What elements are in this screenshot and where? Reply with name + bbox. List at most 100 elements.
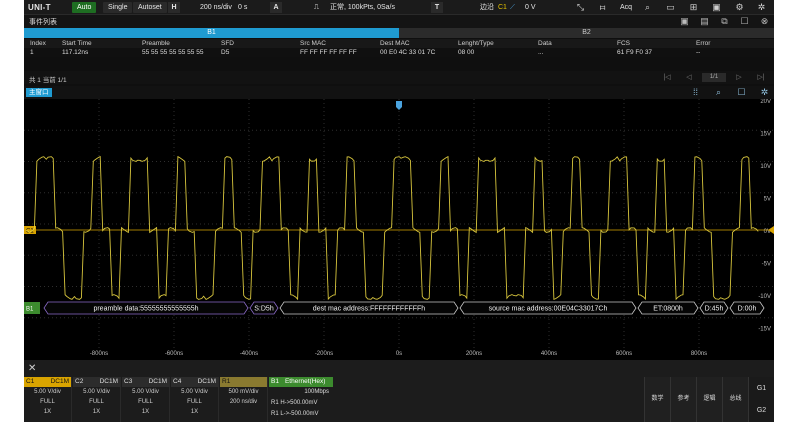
group-g2-button[interactable]: G2 <box>749 400 774 422</box>
save-icon[interactable]: ▣ <box>710 2 723 13</box>
settings-gear-icon[interactable]: ✲ <box>755 2 768 13</box>
bus-name: B1 <box>271 378 279 385</box>
acquisition-status[interactable]: 正常, 100kPts, 0Sa/s <box>330 2 395 13</box>
channel-probe <box>220 407 267 417</box>
trigger-position-marker <box>396 101 402 110</box>
close-icon[interactable]: ⊗ <box>759 16 770 27</box>
display-icon[interactable]: ▭ <box>664 2 677 13</box>
horizontal-menu-button[interactable]: H <box>168 2 180 13</box>
cell-src-mac: FF FF FF FF FF FF <box>300 49 357 56</box>
autoset-button[interactable]: Autoset <box>133 2 167 13</box>
col-error: Error <box>696 40 711 47</box>
group-g1-button[interactable]: G1 <box>749 377 774 400</box>
bus-button[interactable]: 总线 <box>722 377 748 422</box>
cell-error: -- <box>696 49 701 56</box>
decode-label: D:45h <box>705 305 724 312</box>
channel-name: R1 <box>222 378 231 385</box>
search-icon[interactable]: ⌕ <box>641 2 654 13</box>
channel-coupling: DC1M <box>50 378 69 385</box>
channel-probe: 1X <box>190 409 199 415</box>
channel-name: C1 <box>26 378 35 385</box>
pulse-icon: ⎍ <box>314 4 319 11</box>
zoom-out-icon[interactable]: ✕ <box>28 363 36 374</box>
first-page-icon[interactable]: |◁ <box>658 73 676 82</box>
channel-bandwidth: FULL <box>40 399 55 405</box>
bus-b1-marker-label: B1 <box>26 307 34 313</box>
x-axis-label: 800ns <box>691 351 707 357</box>
channel-c4-panel[interactable]: C4 DC1M 5.00 V/div FULL 1X <box>171 377 219 422</box>
channel-coupling: DC1M <box>148 378 167 385</box>
channel-scale: 5.00 V/div <box>34 389 61 395</box>
page-indicator: 1/1 <box>702 73 726 82</box>
grid-layout-icon[interactable]: ⁞⁞ <box>690 87 701 98</box>
decode-label: ET:0800h <box>653 305 683 312</box>
x-axis-label: 600ns <box>616 351 632 357</box>
zoom-icon[interactable]: ⌕ <box>713 87 724 98</box>
reference-button[interactable]: 参考 <box>670 377 696 422</box>
channel-scale: 5.00 V/div <box>181 389 208 395</box>
channel-name: C4 <box>173 378 182 385</box>
channel-scale: 5.00 V/div <box>83 389 110 395</box>
prev-page-icon[interactable]: ◁ <box>680 73 698 82</box>
single-button[interactable]: Single <box>103 2 133 13</box>
oscilloscope-app: UNI-T Auto Single Autoset H 200 ns/div 0… <box>24 0 774 422</box>
acquire-menu-button[interactable]: A <box>270 2 282 13</box>
cell-dest-mac: 00 E0 4C 33 01 7C <box>380 49 436 56</box>
trigger-menu-button[interactable]: T <box>431 2 443 13</box>
timebase-value[interactable]: 200 ns/div <box>200 2 232 13</box>
decode-label: source mac address:00E04C33017Ch <box>489 305 608 312</box>
tab-b2[interactable]: B2 <box>399 28 774 38</box>
export-icon[interactable]: ▤ <box>699 16 710 27</box>
y-axis-label: 5V <box>764 197 771 203</box>
cell-start-time: 117.12ns <box>62 49 89 56</box>
maximize-icon[interactable]: ☐ <box>739 16 750 27</box>
save-list-icon[interactable]: ▣ <box>679 16 690 27</box>
side-buttons: 数学 参考 逻辑 总线 G1 G2 <box>644 377 774 422</box>
top-toolbar: UNI-T Auto Single Autoset H 200 ns/div 0… <box>24 0 774 15</box>
pager-info: 共 1 当前 1/1 <box>29 77 67 84</box>
channel-c1-panel[interactable]: C1 DC1M 5.00 V/div FULL 1X <box>24 377 72 422</box>
event-list-pager: 共 1 当前 1/1 |◁ ◁ 1/1 ▷ ▷| <box>24 71 774 84</box>
grid-icon[interactable]: ⊞ <box>687 2 700 13</box>
detach-window-icon[interactable]: ⧉ <box>719 16 730 27</box>
table-header-row: Index Start Time Preamble SFD Src MAC De… <box>24 39 774 48</box>
acq-button[interactable]: Acq <box>620 2 632 13</box>
cell-fcs: 61 F9 F0 37 <box>617 49 653 56</box>
bus-b1-panel[interactable]: B1 Ethernet(Hex) 100Mbps R1 H->500.00mV R… <box>269 377 333 422</box>
logic-button[interactable]: 逻辑 <box>696 377 722 422</box>
waveform-display[interactable]: 20V 15V 10V 5V 0V -5V -10V -15V -800ns -600ns -400… <box>24 99 774 360</box>
waveform-svg: 20V15V10V5V0V-5V-10V-15V-800ns -600ns -400… <box>24 99 774 357</box>
table-row[interactable]: 1 117.12ns 55 55 55 55 55 55 55 D5 FF FF… <box>24 48 774 57</box>
measure-icon[interactable]: ⤡ <box>574 2 587 13</box>
time-offset-value[interactable]: 0 s <box>238 2 247 13</box>
decode-label: S:D5h <box>254 305 274 312</box>
channel-name: C3 <box>124 378 133 385</box>
group-buttons: G1 G2 <box>748 377 774 422</box>
maximize-icon[interactable]: ☐ <box>736 87 747 98</box>
channel-c2-panel[interactable]: C2 DC1M 5.00 V/div FULL 1X <box>73 377 121 422</box>
decode-label: preamble data:55555555555555h <box>93 305 198 312</box>
next-page-icon[interactable]: ▷ <box>730 73 748 82</box>
channel-strip: ✕ C1 DC1M 5.00 V/div FULL 1X C2 DC1M 5.00 … <box>24 360 774 422</box>
decode-label: dest mac address:FFFFFFFFFFFFh <box>313 305 426 312</box>
utility-icon[interactable]: ⚙ <box>733 2 746 13</box>
col-length-type: Lenght/Type <box>458 40 494 47</box>
channel-c3-panel[interactable]: C3 DC1M 5.00 V/div FULL 1X <box>122 377 170 422</box>
reference-r1-panel[interactable]: R1 500 mV/div 200 ns/div <box>220 377 268 422</box>
last-page-icon[interactable]: ▷| <box>752 73 770 82</box>
trigger-type[interactable]: 边沿 <box>480 2 494 13</box>
col-sfd: SFD <box>221 40 234 47</box>
cursor-icon[interactable]: ⧦ <box>596 2 609 13</box>
tab-main-window[interactable]: 主窗口 <box>26 88 52 97</box>
tab-b1[interactable]: B1 <box>24 28 399 38</box>
settings-gear-icon[interactable]: ✲ <box>759 87 770 98</box>
auto-button[interactable]: Auto <box>72 2 97 13</box>
y-axis-label: 10V <box>760 164 771 170</box>
x-axis-label: 0s <box>396 351 402 357</box>
bus-rate: 100Mbps <box>304 389 329 395</box>
math-button[interactable]: 数学 <box>644 377 670 422</box>
channel-bandwidth: FULL <box>89 399 104 405</box>
channel-bandwidth: FULL <box>187 399 202 405</box>
trigger-level[interactable]: 0 V <box>525 2 536 13</box>
trigger-source[interactable]: C1 <box>498 2 507 13</box>
